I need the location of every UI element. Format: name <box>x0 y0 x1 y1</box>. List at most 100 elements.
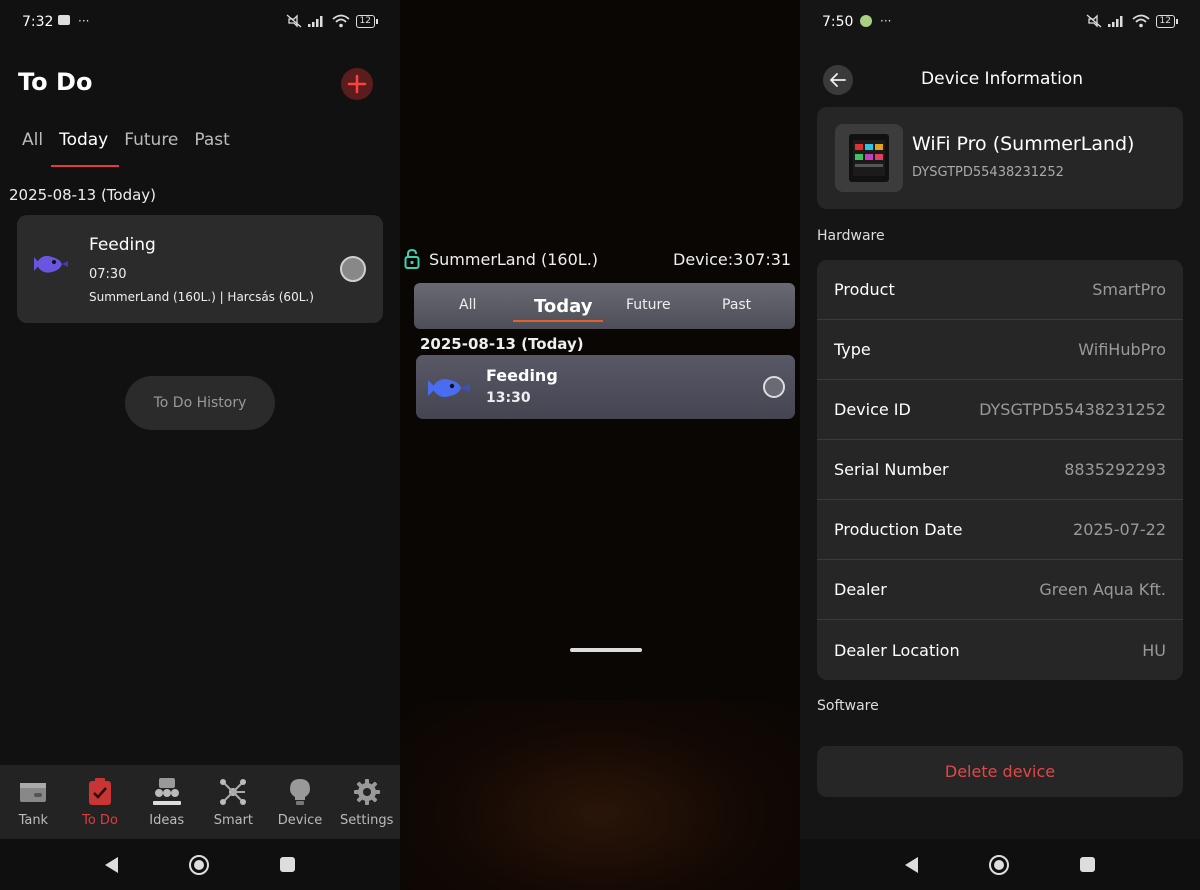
date-header: 2025-08-13 (Today) <box>9 186 157 204</box>
battery-icon: 12 <box>355 14 375 28</box>
info-row-product: Product SmartPro <box>817 260 1183 320</box>
info-key: Production Date <box>834 520 963 539</box>
lock-icon <box>404 249 420 269</box>
info-key: Type <box>834 340 871 359</box>
lightbulb-icon <box>285 777 315 807</box>
nav-tank-label: Tank <box>18 813 49 828</box>
nav-todo-label: To Do <box>82 813 118 828</box>
nav-device-label: Device <box>277 813 323 828</box>
task-title: Feeding <box>486 366 558 385</box>
tab-future[interactable]: Future <box>626 297 671 313</box>
task-card[interactable]: Feeding 13:30 <box>416 355 795 419</box>
task-complete-radio[interactable] <box>340 256 366 282</box>
background-glow <box>400 700 800 890</box>
nav-device[interactable]: Device <box>267 765 334 839</box>
task-time: 07:30 <box>89 267 127 282</box>
tank-icon <box>18 777 48 807</box>
info-value: DYSGTPD55438231252 <box>979 400 1166 419</box>
task-card[interactable]: Feeding 07:30 SummerLand (160L.) | Harcs… <box>17 215 383 323</box>
task-time: 13:30 <box>486 390 531 406</box>
system-recents-icon[interactable] <box>1079 857 1095 872</box>
info-value: WifiHubPro <box>1078 340 1166 359</box>
smart-icon <box>218 777 248 807</box>
system-back-icon[interactable] <box>105 856 119 873</box>
nav-smart-label: Smart <box>213 813 254 828</box>
device-name: WiFi Pro (SummerLand) <box>912 133 1135 155</box>
fish-icon <box>428 379 470 397</box>
tab-future[interactable]: Future <box>124 130 178 150</box>
info-row-dealer-location: Dealer Location HU <box>817 620 1183 680</box>
device-screen-icon <box>849 134 889 182</box>
tab-today[interactable]: Today <box>534 296 592 317</box>
info-key: Device ID <box>834 400 911 419</box>
mute-icon <box>1086 14 1101 28</box>
add-task-button[interactable] <box>341 68 373 100</box>
notification-icon <box>58 15 70 25</box>
info-value: Green Aqua Kft. <box>1039 580 1166 599</box>
device-image <box>835 124 903 192</box>
nav-ideas[interactable]: Ideas <box>133 765 200 839</box>
notification-icon <box>860 15 872 27</box>
device-summary-card: WiFi Pro (SummerLand) DYSGTPD55438231252 <box>817 107 1183 209</box>
system-nav-bar <box>0 839 400 890</box>
tab-today[interactable]: Today <box>59 130 108 150</box>
status-time: 7:32 <box>22 14 54 30</box>
todo-screen: 7:32 ··· 12 To Do All Today Future Past … <box>0 0 400 890</box>
gesture-bar <box>570 648 642 652</box>
info-value: 2025-07-22 <box>1073 520 1166 539</box>
plus-icon <box>347 74 367 94</box>
system-home-icon[interactable] <box>988 854 1009 875</box>
tab-all[interactable]: All <box>459 297 476 313</box>
todo-history-button[interactable]: To Do History <box>125 376 275 430</box>
wifi-icon <box>331 14 350 28</box>
device-id: DYSGTPD55438231252 <box>912 165 1064 180</box>
nav-todo[interactable]: To Do <box>67 765 134 839</box>
info-key: Product <box>834 280 895 299</box>
nav-ideas-label: Ideas <box>149 813 185 828</box>
mute-icon <box>286 14 301 28</box>
info-value: 8835292293 <box>1064 460 1166 479</box>
info-key: Serial Number <box>834 460 949 479</box>
info-value: HU <box>1142 640 1166 660</box>
nav-settings-label: Settings <box>340 813 394 828</box>
filter-tabs: All Today Future Past <box>414 283 795 329</box>
filter-tabs: All Today Future Past <box>22 130 230 150</box>
system-home-icon[interactable] <box>188 854 209 875</box>
active-tab-indicator <box>51 165 119 167</box>
gear-icon <box>352 777 382 807</box>
arrow-left-icon <box>830 73 846 87</box>
info-row-device-id: Device ID DYSGTPD55438231252 <box>817 380 1183 440</box>
page-title: Device Information <box>921 69 1083 89</box>
tab-past[interactable]: Past <box>194 130 229 150</box>
info-row-dealer: Dealer Green Aqua Kft. <box>817 560 1183 620</box>
nav-tank[interactable]: Tank <box>0 765 67 839</box>
back-button[interactable] <box>823 65 853 95</box>
info-row-serial-number: Serial Number 8835292293 <box>817 440 1183 500</box>
info-value: SmartPro <box>1092 280 1166 299</box>
battery-tip <box>376 18 378 24</box>
tab-past[interactable]: Past <box>722 297 751 313</box>
hardware-section-label: Hardware <box>817 228 885 244</box>
task-complete-radio[interactable] <box>763 376 785 398</box>
nav-settings[interactable]: Settings <box>333 765 400 839</box>
photo-screen: SummerLand (160L.) Device:3 07:31 All To… <box>400 0 800 890</box>
info-row-production-date: Production Date 2025-07-22 <box>817 500 1183 560</box>
page-title: To Do <box>18 68 93 96</box>
task-title: Feeding <box>89 235 156 255</box>
info-key: Dealer <box>834 580 887 599</box>
status-more: ··· <box>880 14 892 28</box>
delete-device-button[interactable]: Delete device <box>817 746 1183 797</box>
device-info-screen: 7:50 ··· 12 Device Information WiFi Pro … <box>800 0 1200 890</box>
hardware-info-list: Product SmartPro Type WifiHubPro Device ID… <box>817 260 1183 680</box>
tab-all[interactable]: All <box>22 130 43 150</box>
tank-header: SummerLand (160L.) Device:3 07:31 <box>400 244 800 274</box>
system-back-icon[interactable] <box>905 856 919 873</box>
status-more: ··· <box>78 14 90 28</box>
nav-smart[interactable]: Smart <box>200 765 267 839</box>
task-location: SummerLand (160L.) | Harcsás (60L.) <box>89 290 314 304</box>
signal-icon <box>307 16 323 27</box>
info-row-type: Type WifiHubPro <box>817 320 1183 380</box>
fish-icon <box>34 255 68 273</box>
wifi-icon <box>1131 14 1150 28</box>
system-recents-icon[interactable] <box>279 857 295 872</box>
